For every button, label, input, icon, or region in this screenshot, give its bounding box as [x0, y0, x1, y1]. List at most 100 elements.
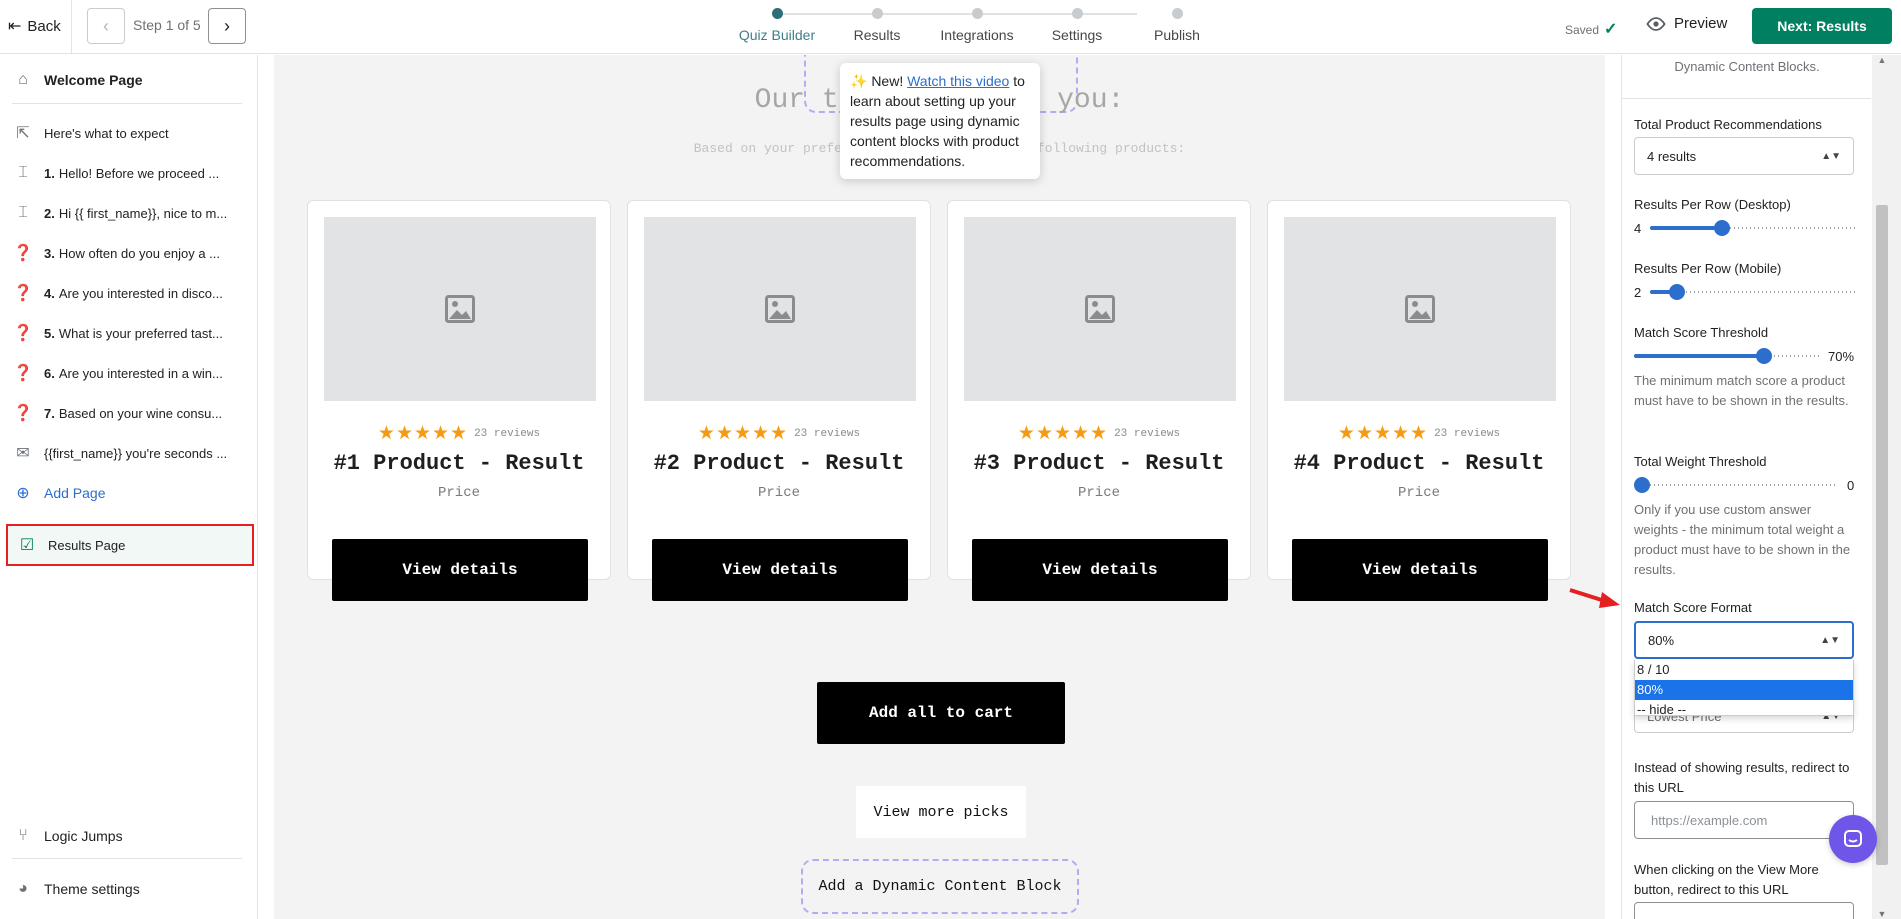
- stars-icon: ★★★★★: [1017, 423, 1109, 444]
- product-card[interactable]: ★★★★★ 23 reviews #3 Product - Result Pric…: [947, 200, 1251, 601]
- step-dot: [771, 8, 783, 19]
- sidebar-item-label: 1. Hello! Before we proceed ...: [44, 166, 219, 181]
- sidebar-item-label: 3. How often do you enjoy a ...: [44, 246, 220, 261]
- plus-circle-icon: ⊕: [16, 485, 30, 502]
- view-details-button[interactable]: View details: [652, 539, 908, 601]
- saved-label: Saved: [1565, 23, 1600, 37]
- view-more-picks-button[interactable]: View more picks: [856, 786, 1026, 838]
- question-number: 7.: [44, 405, 55, 421]
- image-icon: [1085, 295, 1115, 323]
- stars-icon: ★★★★★: [377, 423, 469, 444]
- preview-button[interactable]: Preview: [1646, 15, 1727, 32]
- product-card[interactable]: ★★★★★ 23 reviews #2 Product - Result Pric…: [627, 200, 931, 601]
- step-dot: [971, 8, 983, 19]
- product-image-placeholder: [1284, 217, 1556, 401]
- redirect-url-input[interactable]: https://example.com: [1634, 801, 1854, 839]
- sidebar-item-question-7[interactable]: ❓ 7. Based on your wine consu...: [12, 396, 248, 430]
- per-row-mobile-slider[interactable]: 2: [1634, 282, 1856, 302]
- per-row-desktop-slider[interactable]: 4: [1634, 218, 1856, 238]
- sidebar-item-question-1[interactable]: ⌶ 1. Hello! Before we proceed ...: [12, 156, 248, 190]
- question-number: 3.: [44, 245, 55, 261]
- sidebar-item-label: {{first_name}} you're seconds ...: [44, 445, 228, 461]
- view-details-button[interactable]: View details: [1292, 539, 1548, 601]
- select-value: 4 results: [1647, 148, 1697, 164]
- slider-fill: [1650, 226, 1723, 230]
- envelope-icon: ✉: [16, 445, 30, 462]
- next-step-button[interactable]: ›: [208, 8, 246, 44]
- weight-threshold-slider[interactable]: 0: [1634, 475, 1856, 495]
- select-arrows-icon: ▲▼: [1820, 634, 1840, 646]
- select-arrows-icon: ▲▼: [1821, 150, 1841, 162]
- add-dynamic-content-block-button[interactable]: Add a Dynamic Content Block: [801, 859, 1079, 914]
- chevron-left-icon: ‹: [103, 15, 109, 36]
- step-dot: [871, 8, 883, 19]
- saved-status: Saved ✓: [1565, 19, 1617, 39]
- panel-top-note: Dynamic Content Blocks.: [1622, 55, 1871, 99]
- step-results[interactable]: Results: [827, 8, 927, 43]
- image-icon: [1405, 295, 1435, 323]
- chat-support-button[interactable]: [1829, 815, 1877, 863]
- sidebar-item-label: Welcome Page: [44, 72, 143, 88]
- input-placeholder: https://example.com: [1651, 812, 1768, 828]
- slider-thumb[interactable]: [1756, 348, 1773, 364]
- view-details-button[interactable]: View details: [332, 539, 588, 601]
- dropdown-option[interactable]: -- hide --: [1635, 700, 1853, 720]
- step-counter: Step 1 of 5: [133, 17, 201, 33]
- step-dot: [1171, 8, 1183, 19]
- view-details-button[interactable]: View details: [972, 539, 1228, 601]
- results-canvas: Our top picks for you: Based on your pre…: [274, 55, 1605, 919]
- dropdown-option-selected[interactable]: 80%: [1635, 680, 1853, 700]
- sidebar-item-theme-settings[interactable]: ◕ Theme settings: [12, 872, 248, 906]
- step-quiz-builder[interactable]: Quiz Builder: [727, 8, 827, 43]
- scroll-down-icon[interactable]: ▼: [1872, 909, 1892, 919]
- product-card[interactable]: ★★★★★ 23 reviews #4 Product - Result Pric…: [1267, 200, 1571, 601]
- view-more-redirect-input[interactable]: [1634, 902, 1854, 919]
- palette-icon: ◕: [18, 880, 28, 897]
- next-results-button[interactable]: Next: Results: [1752, 8, 1892, 44]
- red-arrow-annotation-icon: [1569, 588, 1620, 608]
- step-integrations[interactable]: Integrations: [927, 8, 1027, 43]
- watch-video-link[interactable]: Watch this video: [907, 73, 1009, 89]
- sidebar-item-expect[interactable]: ⇱ Here's what to expect: [12, 116, 248, 150]
- question-number: 2.: [44, 205, 55, 221]
- sidebar-item-email-capture[interactable]: ✉ {{first_name}} you're seconds ...: [12, 436, 248, 470]
- previous-step-button[interactable]: ‹: [87, 8, 125, 44]
- sidebar-item-results[interactable]: ☑ Results Page: [6, 524, 254, 566]
- product-price: Price: [757, 485, 800, 501]
- sidebar-item-welcome[interactable]: ⌂ Welcome Page: [12, 63, 248, 97]
- sidebar-item-question-5[interactable]: ❓ 5. What is your preferred tast...: [12, 316, 248, 350]
- sidebar-item-logic-jumps[interactable]: ⑂ Logic Jumps: [12, 819, 248, 853]
- slider-thumb[interactable]: [1668, 284, 1685, 300]
- total-recommendations-select[interactable]: 4 results ▲▼: [1634, 137, 1854, 175]
- product-name: #1 Product - Result: [333, 451, 585, 476]
- question-circle-icon: ❓: [13, 405, 33, 422]
- checkmark-icon: ✓: [1604, 21, 1618, 38]
- add-all-to-cart-button[interactable]: Add all to cart: [817, 682, 1065, 744]
- scrollbar-thumb[interactable]: [1876, 205, 1888, 865]
- slider-fill: [1634, 354, 1765, 358]
- scroll-up-icon[interactable]: ▲: [1872, 55, 1892, 65]
- slider-value: 2: [1634, 285, 1642, 300]
- text-input-icon: ⌶: [18, 204, 28, 221]
- sidebar-item-question-6[interactable]: ❓ 6. Are you interested in a win...: [12, 356, 248, 390]
- product-card[interactable]: ★★★★★ 23 reviews #1 Product - Result Pric…: [307, 200, 611, 601]
- panel-scrollbar[interactable]: ▲ ▼: [1872, 55, 1901, 919]
- slider-value: 70%: [1828, 349, 1855, 364]
- sidebar-item-question-2[interactable]: ⌶ 2. Hi {{ first_name}}, nice to m...: [12, 196, 248, 230]
- review-count: 23 reviews: [794, 428, 861, 440]
- tooltip-prefix: ✨ New!: [850, 73, 908, 89]
- match-format-select[interactable]: 80% ▲▼: [1634, 621, 1854, 659]
- sidebar-item-question-3[interactable]: ❓ 3. How often do you enjoy a ...: [12, 236, 248, 270]
- sidebar-item-label: Logic Jumps: [44, 828, 123, 844]
- slider-thumb[interactable]: [1634, 477, 1650, 493]
- add-page-button[interactable]: ⊕ Add Page: [12, 476, 248, 510]
- match-threshold-slider[interactable]: 70%: [1634, 346, 1856, 366]
- step-publish[interactable]: Publish: [1127, 8, 1227, 43]
- slider-thumb[interactable]: [1714, 220, 1731, 236]
- dropdown-option[interactable]: 8 / 10: [1635, 660, 1853, 680]
- step-settings[interactable]: Settings: [1027, 8, 1127, 43]
- sidebar-item-question-4[interactable]: ❓ 4. Are you interested in disco...: [12, 276, 248, 310]
- preview-label: Preview: [1674, 15, 1728, 32]
- product-image-placeholder: [324, 217, 596, 401]
- back-button[interactable]: ⇤ Back: [8, 12, 61, 40]
